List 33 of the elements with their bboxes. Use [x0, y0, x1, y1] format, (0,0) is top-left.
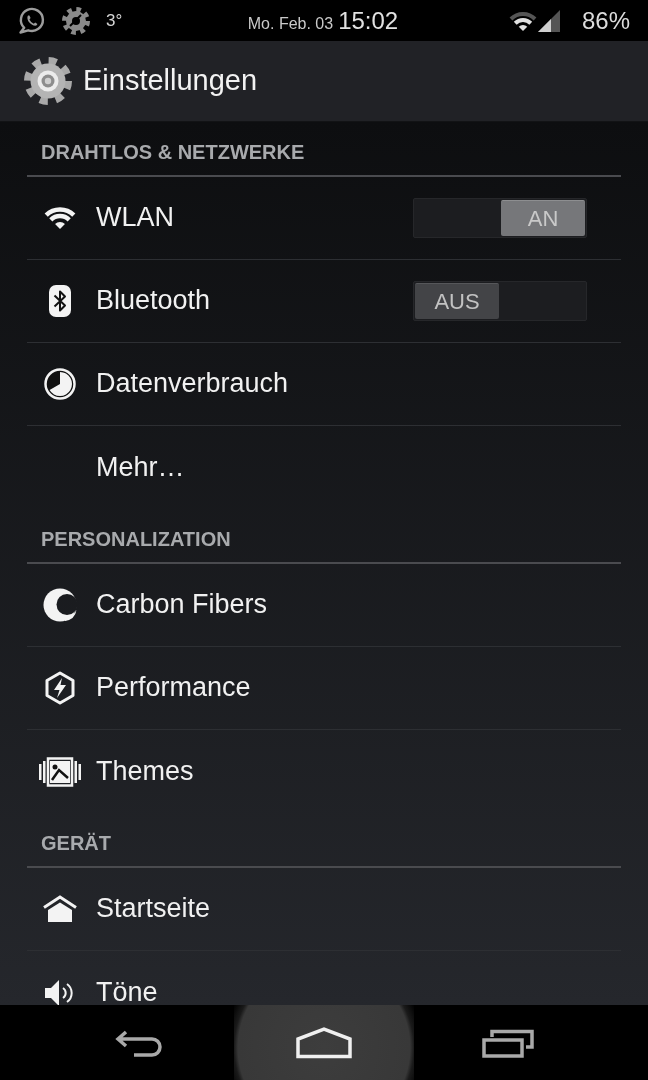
setting-label[interactable]: Startseite: [96, 893, 211, 925]
toggle-switch[interactable]: AUS: [413, 281, 587, 321]
setting-label[interactable]: Töne: [96, 976, 158, 1005]
recent-apps-icon: [482, 1027, 536, 1058]
chat-bubble-icon: [16, 5, 46, 36]
home-icon: [42, 895, 78, 923]
setting-label[interactable]: Datenverbrauch: [96, 368, 289, 400]
screen-title: Einstellungen: [83, 63, 258, 99]
crescent-icon: [42, 587, 78, 623]
setting-label[interactable]: Performance: [96, 672, 251, 704]
picture-icon: [39, 756, 81, 787]
pie-chart-icon: [44, 368, 76, 400]
section-header: GERÄT: [41, 831, 112, 856]
clock-text: 15:02: [338, 5, 399, 36]
setting-label[interactable]: Carbon Fibers: [96, 589, 268, 621]
lightning-icon: [44, 671, 76, 705]
home-button[interactable]: [234, 1005, 414, 1080]
temperature-text: 3°: [106, 9, 123, 32]
section-header: DRAHTLOS & NETZWERKE: [41, 140, 306, 165]
wifi-icon: [43, 205, 77, 231]
home-icon: [295, 1026, 353, 1059]
setting-label[interactable]: Mehr…: [96, 451, 185, 483]
section-header: PERSONALIZATION: [41, 527, 232, 552]
settings-icon: [24, 57, 72, 105]
setting-label[interactable]: Themes: [96, 755, 194, 787]
signal-icon: [537, 9, 560, 32]
date-text: Mo. Feb. 03: [247, 13, 334, 34]
battery-text: 86%: [581, 5, 630, 36]
gear-icon: [62, 6, 90, 35]
bluetooth-icon: [48, 284, 72, 318]
wifi-icon: [507, 9, 538, 32]
setting-label[interactable]: WLAN: [96, 202, 174, 234]
setting-label[interactable]: Bluetooth: [96, 285, 211, 317]
